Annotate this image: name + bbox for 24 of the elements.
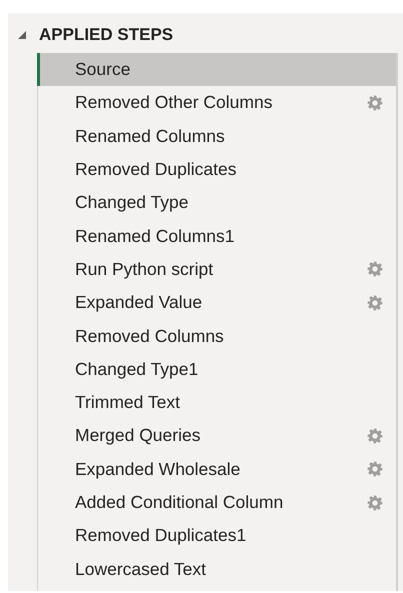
step-item[interactable]: Lowercased Text [38, 552, 396, 586]
step-item[interactable]: Changed Type [38, 186, 396, 220]
step-item[interactable]: Run Python script [38, 252, 396, 286]
step-item[interactable]: Removed Other Columns [38, 86, 396, 120]
settings-icon[interactable] [367, 294, 383, 311]
settings-icon[interactable] [367, 461, 383, 478]
step-item[interactable]: Renamed Columns [38, 120, 396, 153]
step-item[interactable]: Added Conditional Column [38, 486, 396, 520]
settings-icon[interactable] [367, 94, 383, 111]
panel-title: APPLIED STEPS [39, 25, 174, 45]
step-item[interactable]: Expanded Value [38, 286, 396, 320]
step-item[interactable]: Source [38, 53, 396, 86]
step-item[interactable]: Changed Type1 [38, 352, 396, 386]
step-item[interactable]: Expanded Wholesale [38, 452, 396, 486]
collapse-triangle-icon[interactable] [18, 31, 26, 39]
step-item[interactable]: Renamed Columns1 [38, 219, 396, 253]
step-item[interactable]: Removed Duplicates1 [38, 519, 396, 552]
settings-icon[interactable] [367, 428, 383, 444]
settings-icon[interactable] [367, 494, 383, 510]
step-item[interactable]: Removed Duplicates [38, 152, 396, 186]
step-item[interactable]: Merged Queries [38, 419, 396, 453]
settings-icon[interactable] [367, 261, 383, 278]
step-item[interactable]: Trimmed Text [38, 386, 396, 420]
step-item[interactable]: Removed Columns [38, 319, 396, 353]
